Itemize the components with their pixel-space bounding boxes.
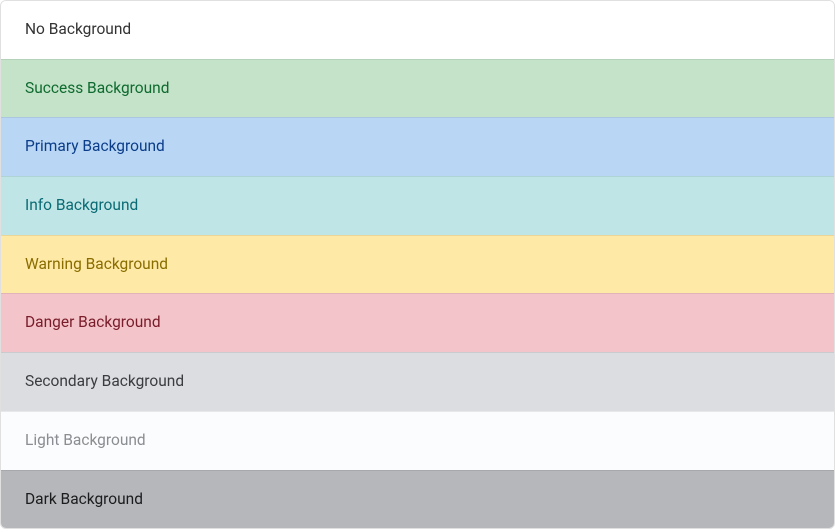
list-item-label: Secondary Background: [25, 372, 184, 390]
list-item-label: Light Background: [25, 431, 146, 449]
list-item-info[interactable]: Info Background: [1, 176, 834, 235]
list-item-danger[interactable]: Danger Background: [1, 293, 834, 352]
list-item-warning[interactable]: Warning Background: [1, 235, 834, 294]
list-item-label: Danger Background: [25, 313, 161, 331]
list-item-dark[interactable]: Dark Background: [1, 470, 834, 529]
list-item-success[interactable]: Success Background: [1, 59, 834, 118]
list-item-label: Dark Background: [25, 490, 143, 508]
list-item-none[interactable]: No Background: [1, 1, 834, 59]
list-item-label: Warning Background: [25, 255, 168, 273]
list-item-label: Primary Background: [25, 137, 165, 155]
list-item-secondary[interactable]: Secondary Background: [1, 352, 834, 411]
list-item-primary[interactable]: Primary Background: [1, 117, 834, 176]
list-item-label: No Background: [25, 20, 131, 38]
list-item-light[interactable]: Light Background: [1, 411, 834, 470]
list-item-label: Success Background: [25, 79, 169, 97]
contextual-background-list: No Background Success Background Primary…: [0, 0, 835, 529]
list-item-label: Info Background: [25, 196, 138, 214]
